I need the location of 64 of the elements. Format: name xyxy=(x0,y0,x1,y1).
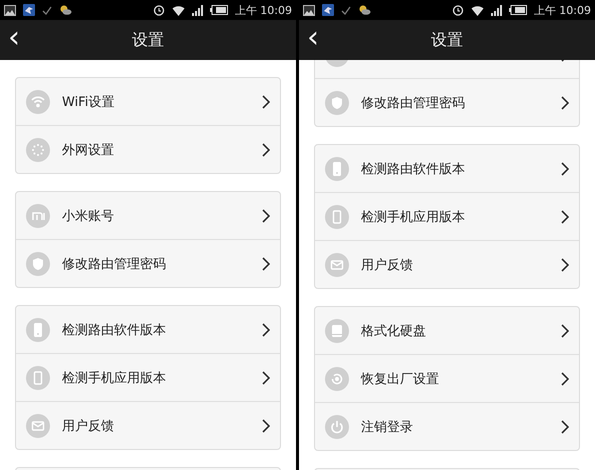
shield-icon xyxy=(26,252,50,276)
chevron-right-icon xyxy=(561,210,569,224)
chevron-right-icon xyxy=(561,372,569,386)
signal-icon xyxy=(490,4,502,16)
phone-icon xyxy=(26,366,50,390)
battery-icon xyxy=(210,5,228,15)
bird-app-icon xyxy=(23,4,35,16)
alarm-icon xyxy=(452,4,464,16)
power-icon xyxy=(325,414,349,438)
restore-icon xyxy=(325,366,349,390)
chevron-right-icon xyxy=(262,142,270,156)
chevron-right-icon xyxy=(561,162,569,176)
image-icon xyxy=(4,4,16,16)
dots-circle-icon xyxy=(26,138,50,162)
disk-icon xyxy=(325,318,349,342)
settings-row[interactable]: WiFi设置 xyxy=(16,78,280,125)
settings-row[interactable]: 检测路由软件版本 xyxy=(16,306,280,353)
settings-row[interactable]: 外网设置 xyxy=(16,125,280,173)
settings-row[interactable]: 修改路由管理密码 xyxy=(16,239,280,287)
page-title: 设置 xyxy=(132,30,164,50)
settings-row[interactable]: 格式化硬盘 xyxy=(315,307,579,354)
chevron-right-icon xyxy=(262,418,270,432)
mail-icon xyxy=(325,252,349,276)
alarm-icon xyxy=(152,4,165,16)
chevron-right-icon xyxy=(262,256,270,270)
wifi-icon xyxy=(26,90,50,114)
back-button[interactable]: ‹ xyxy=(299,23,319,57)
settings-row[interactable]: 恢复出厂设置 xyxy=(315,354,579,402)
image-icon xyxy=(303,4,315,16)
settings-row[interactable]: 检测路由软件版本 xyxy=(315,145,579,192)
settings-row[interactable]: 修改路由管理密码 xyxy=(315,78,579,126)
settings-row[interactable]: 检测手机应用版本 xyxy=(16,353,280,401)
chevron-right-icon xyxy=(262,208,270,222)
back-button[interactable]: ‹ xyxy=(0,23,20,57)
mi-logo-icon xyxy=(26,204,50,228)
settings-row[interactable]: 小米账号 xyxy=(16,192,280,239)
weather-icon xyxy=(59,5,72,15)
mail-icon xyxy=(26,414,50,438)
weather-icon xyxy=(358,5,371,15)
clock-time: 上午 10:09 xyxy=(534,2,591,18)
settings-row[interactable]: 检测手机应用版本 xyxy=(315,192,579,240)
chevron-right-icon xyxy=(262,322,270,336)
check-icon xyxy=(42,6,52,14)
device-icon xyxy=(325,156,349,180)
chevron-right-icon xyxy=(561,324,569,338)
battery-icon xyxy=(508,5,527,15)
signal-icon xyxy=(192,4,203,16)
settings-row[interactable]: 注销登录 xyxy=(315,402,579,450)
clock-time: 上午 10:09 xyxy=(234,2,292,18)
shield-icon xyxy=(325,90,349,114)
chevron-right-icon xyxy=(561,96,569,110)
chevron-right-icon xyxy=(262,370,270,384)
bird-app-icon xyxy=(322,4,334,16)
device-icon xyxy=(26,318,50,342)
phone-icon xyxy=(325,204,349,228)
check-icon xyxy=(341,6,351,14)
settings-row[interactable]: 用户反馈 xyxy=(16,401,280,449)
chevron-right-icon xyxy=(262,94,270,108)
settings-row[interactable]: 用户反馈 xyxy=(315,240,579,288)
wifi-signal-icon xyxy=(172,4,185,16)
chevron-right-icon xyxy=(561,258,569,272)
chevron-right-icon xyxy=(561,420,569,434)
wifi-signal-icon xyxy=(470,4,484,16)
page-title: 设置 xyxy=(431,30,463,50)
